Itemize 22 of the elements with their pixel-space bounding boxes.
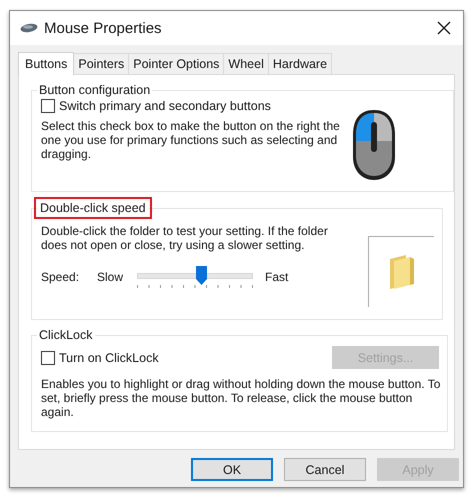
fast-label: Fast <box>265 270 288 284</box>
speed-label: Speed: <box>41 270 80 284</box>
dialog-button[interactable]: OK <box>191 458 273 481</box>
group-title: Double-click speed <box>37 200 149 216</box>
slow-label: Slow <box>97 270 124 284</box>
description-text: Double-click the folder to test your setting. If the folder does not open or close, try using a slower setting. <box>41 224 329 252</box>
mouse-icon <box>20 23 38 33</box>
checkbox[interactable]: Turn on ClickLock <box>41 350 159 364</box>
tab[interactable]: Pointer Options <box>128 53 224 74</box>
description-text: Enables you to highlight or drag without holding down the mouse button. To set, briefly press the mouse button. To release, click the mouse button again. <box>41 377 441 419</box>
close-icon[interactable] <box>437 21 451 35</box>
slider-thumb[interactable] <box>196 266 207 285</box>
window-title: Mouse Properties <box>44 20 163 36</box>
dialog-button[interactable]: Cancel <box>284 458 366 481</box>
speed-slider[interactable] <box>135 264 256 290</box>
group-title: ClickLock <box>38 328 94 342</box>
description-text: Select this check box to make the button on the right the one you use for primary functions such as selecting and dragging. <box>41 119 341 161</box>
tab[interactable]: Hardware <box>268 53 332 74</box>
group-title: Button configuration <box>38 83 152 97</box>
mouse-icon <box>351 109 397 181</box>
checkbox[interactable]: Switch primary and secondary buttons <box>41 99 351 113</box>
tab[interactable]: Buttons <box>18 52 74 75</box>
